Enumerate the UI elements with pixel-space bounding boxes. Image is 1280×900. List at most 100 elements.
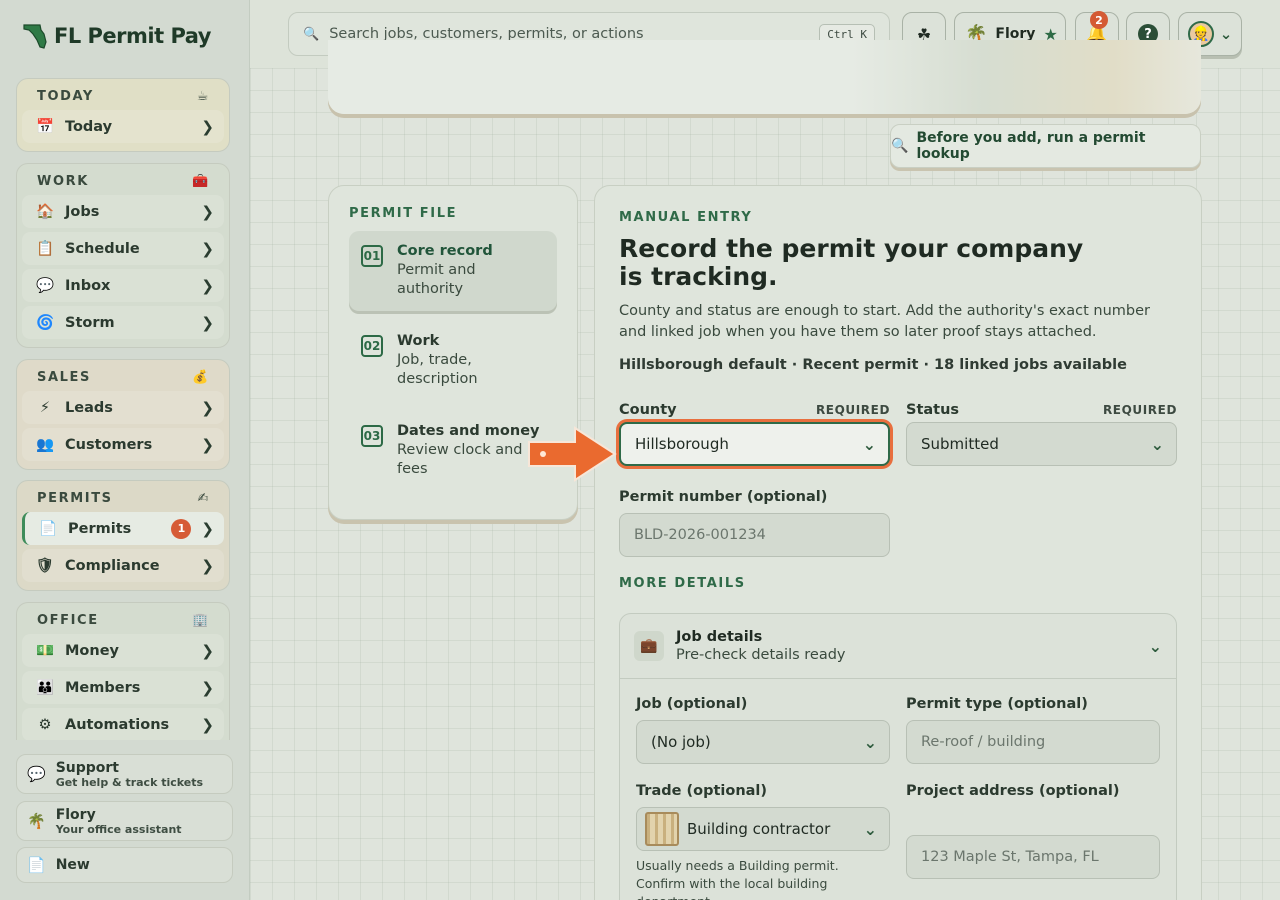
permit-lookup-label: Before you add, run a permit lookup bbox=[916, 130, 1146, 162]
step-description: Job, trade, description bbox=[397, 352, 478, 387]
status-value: Submitted bbox=[921, 435, 999, 453]
sidebar-item-schedule[interactable]: 📋 Schedule ❯ bbox=[22, 232, 224, 265]
trade-field: Trade (optional) Building contractor ⌄ U… bbox=[636, 783, 890, 900]
job-details-header[interactable]: 💼 Job details Pre-check details ready ⌄ bbox=[620, 614, 1176, 679]
chevron-right-icon: ❯ bbox=[201, 519, 214, 538]
new-label: New bbox=[55, 857, 90, 873]
required-tag: REQUIRED bbox=[1102, 403, 1177, 417]
chevron-right-icon: ❯ bbox=[201, 313, 214, 332]
chevron-down-icon: ⌄ bbox=[1148, 636, 1162, 656]
sidebar-item-label: Inbox bbox=[65, 277, 111, 294]
nav-group-permits: PERMITS ✍ 📄 Permits 1 ❯ 🛡 Compliance ❯ bbox=[16, 480, 230, 591]
sidebar-item-compliance[interactable]: 🛡 Compliance ❯ bbox=[22, 549, 224, 582]
sidebar-item-label: Customers bbox=[65, 436, 153, 453]
members-icon: 👪 bbox=[35, 680, 55, 696]
gears-icon: ⚙ bbox=[38, 716, 52, 733]
assistant-subtitle: Your office assistant bbox=[55, 822, 182, 836]
step-title: Work bbox=[397, 333, 440, 349]
clipboard-icon: 📋 bbox=[35, 241, 55, 257]
sidebar-item-today[interactable]: 📅 Today ❯ bbox=[22, 110, 224, 143]
chevron-right-icon: ❯ bbox=[201, 202, 214, 221]
trade-label: Trade (optional) bbox=[636, 783, 768, 799]
support-chat-icon: 💬 bbox=[27, 765, 46, 783]
permit-type-label: Permit type (optional) bbox=[906, 696, 1088, 712]
brand-name: FL Permit Pay bbox=[54, 24, 212, 48]
money-bag-icon: 💰 bbox=[192, 370, 210, 385]
permits-count-badge: 1 bbox=[171, 518, 192, 539]
status-select[interactable]: Submitted ⌄ bbox=[906, 422, 1177, 466]
chevron-down-icon: ⌄ bbox=[862, 434, 876, 454]
required-tag: REQUIRED bbox=[815, 403, 890, 417]
nav-group-title: OFFICE bbox=[37, 613, 99, 628]
sidebar-item-label: Members bbox=[65, 679, 141, 696]
chevron-right-icon: ❯ bbox=[201, 239, 214, 258]
step-work[interactable]: 02 Work Job, trade, description bbox=[349, 321, 557, 401]
sidebar-item-members[interactable]: 👪 Members ❯ bbox=[22, 671, 224, 704]
flory-avatar-icon: 🌴 bbox=[27, 812, 46, 830]
permit-type-input[interactable]: Re-roof / building bbox=[906, 720, 1160, 764]
sidebar-item-label: Automations bbox=[65, 716, 170, 733]
sidebar-item-storm[interactable]: 🌀 Storm ❯ bbox=[22, 306, 224, 339]
calendar-icon: 📅 bbox=[35, 119, 55, 135]
search-icon: 🔍 bbox=[891, 138, 909, 154]
job-select[interactable]: (No job) ⌄ bbox=[636, 720, 890, 764]
sidebar-item-automations[interactable]: ⚙ Automations ❯ bbox=[22, 708, 224, 740]
step-number: 03 bbox=[361, 425, 383, 447]
support-title: Support bbox=[55, 759, 119, 776]
permit-number-input[interactable]: BLD-2026-001234 bbox=[619, 513, 890, 557]
permit-file-eyebrow: PERMIT FILE bbox=[349, 206, 458, 221]
sidebar-item-label: Jobs bbox=[65, 203, 100, 220]
nav-group-title: SALES bbox=[37, 370, 91, 385]
chevron-down-icon: ⌄ bbox=[1219, 25, 1233, 43]
step-description: Permit and authority bbox=[397, 262, 476, 297]
trade-select[interactable]: Building contractor ⌄ bbox=[636, 807, 890, 851]
permit-number-field: Permit number (optional) BLD-2026-001234 bbox=[619, 489, 890, 557]
lead-icon: ⚡ bbox=[39, 399, 51, 416]
step-dates-money[interactable]: 03 Dates and money Review clock and fees bbox=[349, 411, 557, 491]
support-button[interactable]: 💬 Support Get help & track tickets bbox=[16, 754, 233, 794]
step-core-record[interactable]: 01 Core record Permit and authority bbox=[349, 231, 557, 311]
sidebar-item-money[interactable]: 💵 Money ❯ bbox=[22, 634, 224, 667]
step-title: Dates and money bbox=[397, 423, 540, 439]
manual-entry-form: MANUAL ENTRY Record the permit your comp… bbox=[594, 185, 1202, 900]
new-doc-icon: 📄 bbox=[27, 856, 46, 874]
pen-icon: ✍ bbox=[197, 491, 210, 506]
project-address-label: Project address (optional) bbox=[906, 783, 1120, 799]
sidebar: FL Permit Pay TODAY ☕ 📅 Today ❯ WORK 🧰 🏠… bbox=[0, 0, 250, 900]
nav-group-title: TODAY bbox=[37, 89, 94, 104]
sidebar-item-label: Schedule bbox=[65, 240, 140, 257]
brand[interactable]: FL Permit Pay bbox=[22, 22, 212, 50]
form-meta: Hillsborough default · Recent permit · 1… bbox=[619, 357, 1127, 373]
job-details-section: 💼 Job details Pre-check details ready ⌄ … bbox=[619, 613, 1177, 900]
trade-hint: Usually needs a Building permit. Confirm… bbox=[636, 858, 839, 900]
sidebar-item-leads[interactable]: ⚡ Leads ❯ bbox=[22, 391, 224, 424]
customers-icon: 👥 bbox=[35, 437, 55, 453]
sidebar-item-permits[interactable]: 📄 Permits 1 ❯ bbox=[22, 512, 224, 545]
chat-icon: 💬 bbox=[35, 278, 55, 294]
form-description: County and status are enough to start. A… bbox=[619, 303, 1150, 340]
sidebar-item-jobs[interactable]: 🏠 Jobs ❯ bbox=[22, 195, 224, 228]
nav-group-work: WORK 🧰 🏠 Jobs ❯ 📋 Schedule ❯ 💬 Inbox ❯ 🌀… bbox=[16, 163, 230, 348]
status-label: Status bbox=[906, 402, 960, 418]
project-address-input[interactable]: 123 Maple St, Tampa, FL bbox=[906, 835, 1160, 879]
florida-logo-icon bbox=[23, 24, 47, 49]
assistant-button[interactable]: 🌴 Flory Your office assistant bbox=[16, 801, 233, 841]
step-number: 01 bbox=[361, 245, 383, 267]
county-select[interactable]: Hillsborough ⌄ bbox=[619, 422, 890, 466]
chevron-right-icon: ❯ bbox=[201, 398, 214, 417]
permit-lookup-button[interactable]: 🔍 Before you add, run a permit lookup bbox=[890, 124, 1201, 168]
briefcase-icon: 💼 bbox=[634, 631, 664, 661]
new-button[interactable]: 📄 New bbox=[16, 847, 233, 883]
sidebar-item-label: Storm bbox=[65, 314, 115, 331]
tutorial-pointer-arrow-icon bbox=[528, 426, 617, 482]
nav-group-office: OFFICE 🏢 💵 Money ❯ 👪 Members ❯ ⚙ Automat… bbox=[16, 602, 230, 740]
sidebar-item-inbox[interactable]: 💬 Inbox ❯ bbox=[22, 269, 224, 302]
permit-type-field: Permit type (optional) Re-roof / buildin… bbox=[906, 696, 1160, 764]
sidebar-item-customers[interactable]: 👥 Customers ❯ bbox=[22, 428, 224, 461]
sidebar-item-label: Permits bbox=[68, 520, 132, 537]
permit-doc-icon: 📄 bbox=[38, 521, 58, 537]
county-value: Hillsborough bbox=[635, 435, 729, 453]
sidebar-item-label: Compliance bbox=[65, 557, 160, 574]
building-scaffold-icon bbox=[645, 812, 679, 846]
step-title: Core record bbox=[397, 243, 493, 259]
